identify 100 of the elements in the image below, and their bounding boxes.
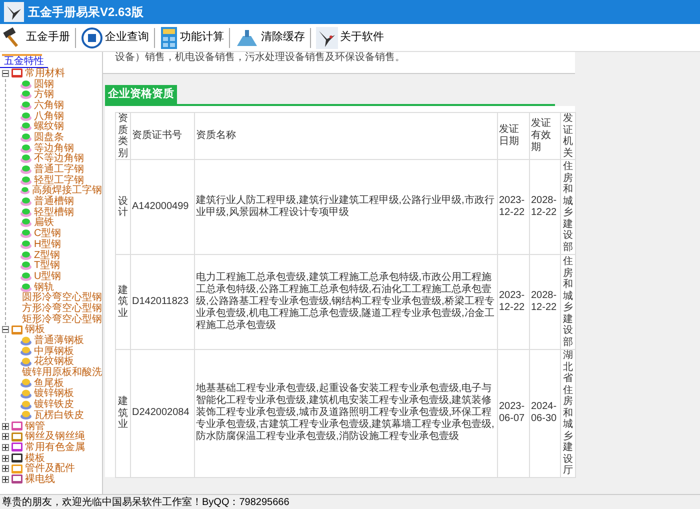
tree-item[interactable]: 钢管 [25,420,45,432]
tree-item[interactable]: H型钢 [34,238,62,250]
tree-item[interactable]: 花纹钢板 [34,356,74,368]
collapse-icon[interactable] [2,70,9,77]
tree-item[interactable]: 鱼尾板 [34,378,64,389]
tree-item[interactable]: 中厚钢板 [34,346,74,357]
table-cell-text: 2023-12-22 [499,290,526,314]
gem-icon [20,186,30,196]
gem-icon [20,356,32,367]
toolbar-button[interactable]: 五金手册 [0,24,72,51]
tree-item[interactable]: 钢丝及钢丝绳 [25,431,85,442]
tree-item[interactable]: 螺纹钢 [34,121,64,132]
gem-icon [20,122,32,132]
tree-item[interactable]: 轻型槽钢 [34,206,74,218]
gem-icon [20,282,32,292]
gem-icon [20,346,32,356]
tree-item[interactable]: 八角钢 [34,110,64,122]
gem-icon [20,261,32,270]
tree-item[interactable]: 轻型工字钢 [34,174,84,186]
sidebar-tab[interactable]: 五金特性 [0,56,48,68]
toolbar-button[interactable]: 企业查询 [79,24,151,51]
gem-icon [20,154,32,164]
tree-item[interactable]: 方钢 [34,89,54,100]
description-text: 设备）销售，机电设备销售，污水处理设备销售及环保设备销售。 [114,52,405,64]
tree-item[interactable]: U型钢 [34,270,62,282]
toolbar-button[interactable]: 关于软件 [314,24,386,51]
tree-item[interactable]: 裸电线 [25,474,55,485]
window-title: 五金手册易呆V2.63版 [28,4,144,21]
tree-item[interactable]: 矩形冷弯空心型钢 [22,314,102,325]
category-icon [11,453,23,464]
gem-icon [20,176,32,185]
tree-item[interactable]: 管件及配件 [25,463,75,474]
tree-item[interactable]: 圆钢 [34,78,54,90]
tree-item[interactable]: 镀锌钢板 [34,388,74,400]
gem-icon [20,410,32,420]
tree-item[interactable]: 钢轨 [34,282,54,293]
toolbar-button[interactable]: 功能计算 [158,24,226,51]
gem-icon [20,336,32,346]
expand-icon[interactable] [2,444,9,451]
tree-item[interactable]: 模板 [25,452,45,464]
expand-icon[interactable] [2,433,9,440]
category-icon [11,68,23,78]
table-cell-text: 2028-12-22 [531,195,558,219]
expand-icon[interactable] [2,465,9,472]
table-cell: 建筑业 [118,396,128,430]
gem-icon [20,80,32,89]
tree-item[interactable]: 扁铁 [34,217,54,228]
tree-item[interactable]: 钢板 [25,324,45,336]
column-header: 发证有效期 [531,118,552,154]
category-icon [11,432,23,442]
tree-item[interactable]: 普通薄钢板 [34,335,84,346]
table-cell: 住房和城乡建设部 [563,256,573,348]
tree-item[interactable]: T型钢 [34,260,60,272]
gem-icon [20,132,32,142]
tree-item[interactable]: 不等边角钢 [34,153,84,164]
gem-icon [20,112,32,121]
gem-icon [20,272,32,281]
category-icon [11,421,23,432]
gem-icon [20,388,32,399]
bird-icon [316,26,338,48]
tree-item[interactable]: 常用材料 [25,68,65,79]
table-cell: 设计 [118,196,128,218]
tree-item[interactable]: 镀锌用原板和酸洗 [22,367,102,378]
tree-item[interactable]: Z型钢 [34,250,60,261]
tree-item[interactable]: 圆盘条 [34,132,64,143]
tree-item[interactable]: 等边角钢 [34,142,74,154]
tree-item[interactable]: 常用有色金属 [25,442,85,453]
table-cell-text: 地基基础工程专业承包壹级,起重设备安装工程专业承包壹级,电子与智能化工程专业承包壹级,建筑机电安装工程专业承包壹级,建筑装修装饰工程专业承包壹级,城市及道路照明工程专业承包壹级,环保工程专业承包壹级,古建筑工程专业承包壹级,建筑幕墙工程专业承包壹级,防水防腐保温工程专业承包壹级,消防设施工程专业承包壹级 [196,383,496,444]
section-tab[interactable]: 企业资格资质 [105,85,177,104]
table-cell-text: 2023-12-22 [499,195,526,219]
expand-icon[interactable] [2,454,9,462]
category-icon [11,474,23,484]
tree-item[interactable]: 瓦楞白铁皮 [34,410,84,421]
gem-icon [20,250,32,260]
tree-item[interactable]: 方形冷弯空心型钢 [22,302,102,314]
calculator-icon [160,26,178,50]
tree-item[interactable]: 镀锌铁皮 [34,399,74,410]
category-icon [11,324,23,335]
tree-item[interactable]: 圆形冷弯空心型钢 [22,292,102,304]
expand-icon[interactable] [2,476,9,483]
table-cell-text: 2023-06-07 [499,401,526,426]
gem-icon [20,378,32,388]
gem-icon [20,218,32,228]
table-cell: 湖北省住房和城乡建设厅 [563,350,573,476]
column-header: 资质证书号 [132,130,183,142]
tree-item[interactable]: 高频焊接工字钢 [32,185,102,196]
toolbar-button[interactable]: 清除缓存 [233,24,307,51]
gem-icon [20,208,32,217]
table-cell-text: 电力工程施工总承包壹级,建筑工程施工总承包特级,市政公用工程施工总承包特级,公路工程施工总承包特级,石油化工工程施工总承包壹级,公路路基工程专业承包壹级,钢结构工程专业承包壹级,桥梁工程专业承包壹级,机电工程施工总承包壹级,隧道工程专业承包壹级,冶金工程施工总承包壹级 [196,272,496,332]
table-cell: 住房和城乡建设部 [563,161,573,253]
gem-icon [20,240,32,249]
column-header: 发证机关 [563,113,573,159]
tree-item[interactable]: 普通工字钢 [34,164,84,176]
expand-icon[interactable] [2,422,9,430]
tree-item[interactable]: 六角钢 [34,100,64,111]
tree-item[interactable]: 普通槽钢 [34,196,74,208]
gem-icon [20,144,32,153]
table-cell-text: D142011823 [132,296,190,308]
collapse-icon[interactable] [2,326,9,334]
tree-item[interactable]: C型钢 [34,228,62,240]
